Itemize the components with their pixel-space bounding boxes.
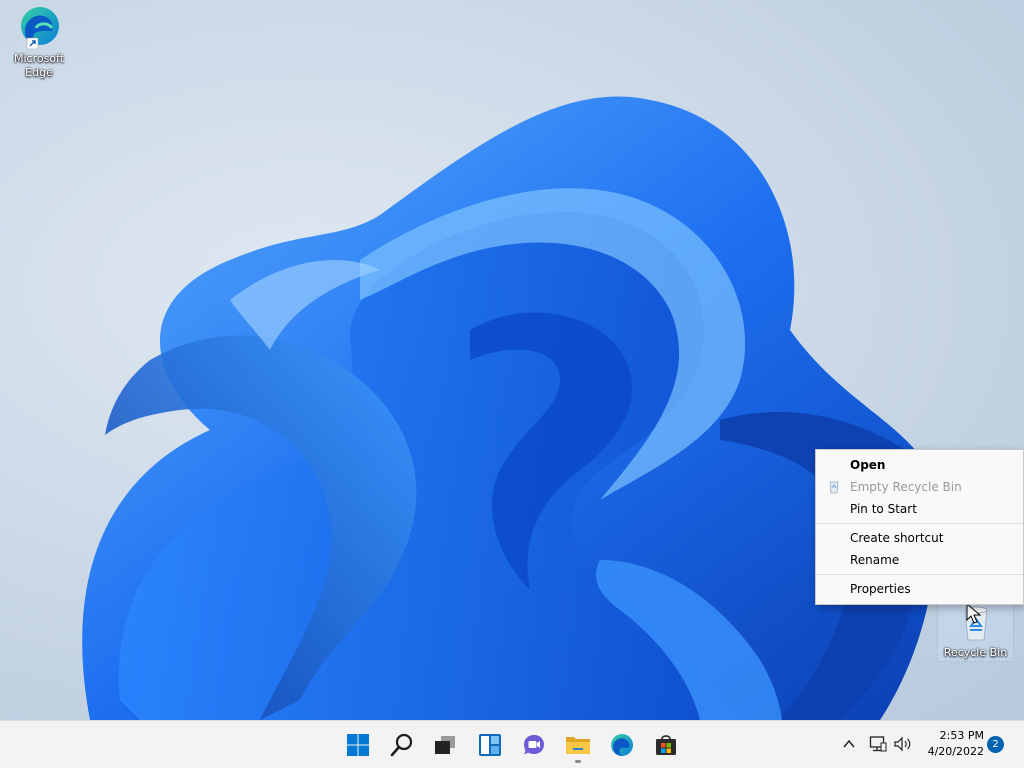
- network-icon[interactable]: [869, 735, 887, 753]
- widgets-icon: [479, 734, 501, 756]
- clock-time: 2:53 PM: [939, 729, 984, 742]
- windows-logo-icon: [347, 734, 369, 756]
- store-icon: [656, 735, 676, 755]
- edge-taskbar-button[interactable]: [602, 725, 642, 765]
- desktop-icon-edge-label-line1: Microsoft: [13, 52, 65, 65]
- running-indicator: [575, 760, 581, 763]
- store-button[interactable]: [646, 725, 686, 765]
- clock-date: 4/20/2022: [927, 745, 984, 758]
- notification-badge[interactable]: 2: [987, 736, 1004, 753]
- folder-icon: [566, 737, 590, 754]
- menu-item-pin-to-start[interactable]: Pin to Start: [816, 498, 1023, 520]
- mouse-cursor-icon: [966, 603, 982, 624]
- context-menu: Open Empty Recycle Bin Pin to Start Crea…: [815, 449, 1024, 605]
- search-icon: [390, 733, 413, 757]
- bloom-wallpaper: [82, 96, 937, 720]
- volume-icon[interactable]: [893, 735, 913, 753]
- search-button[interactable]: [382, 725, 422, 765]
- widgets-button[interactable]: [470, 725, 510, 765]
- recycle-bin-small-icon: [829, 481, 839, 494]
- menu-separator: [817, 574, 1023, 575]
- chat-icon: [524, 735, 544, 755]
- taskbar: 2:53 PM 4/20/2022 2: [0, 720, 1024, 768]
- chat-button[interactable]: [514, 725, 554, 765]
- edge-icon: [611, 734, 633, 756]
- file-explorer-button[interactable]: [558, 725, 598, 765]
- start-button[interactable]: [338, 725, 378, 765]
- chevron-up-icon[interactable]: [840, 735, 858, 753]
- menu-item-rename[interactable]: Rename: [816, 549, 1023, 571]
- edge-icon: [21, 7, 59, 50]
- menu-item-empty-recycle-bin-label: Empty Recycle Bin: [850, 480, 962, 494]
- taskbar-clock[interactable]: 2:53 PM 4/20/2022: [918, 728, 984, 760]
- task-view-icon: [435, 736, 455, 754]
- menu-item-properties[interactable]: Properties: [816, 578, 1023, 600]
- menu-item-create-shortcut[interactable]: Create shortcut: [816, 527, 1023, 549]
- desktop[interactable]: Microsoft Edge Recycle Bin Open Empty Re…: [0, 0, 1024, 720]
- desktop-icon-edge[interactable]: Microsoft Edge: [1, 4, 77, 80]
- menu-separator: [817, 523, 1023, 524]
- menu-item-empty-recycle-bin: Empty Recycle Bin: [816, 476, 1023, 498]
- desktop-icon-edge-label-line2: Edge: [25, 66, 53, 79]
- menu-item-open[interactable]: Open: [816, 454, 1023, 476]
- desktop-icon-recycle-bin-label: Recycle Bin: [943, 646, 1008, 659]
- task-view-button[interactable]: [425, 725, 465, 765]
